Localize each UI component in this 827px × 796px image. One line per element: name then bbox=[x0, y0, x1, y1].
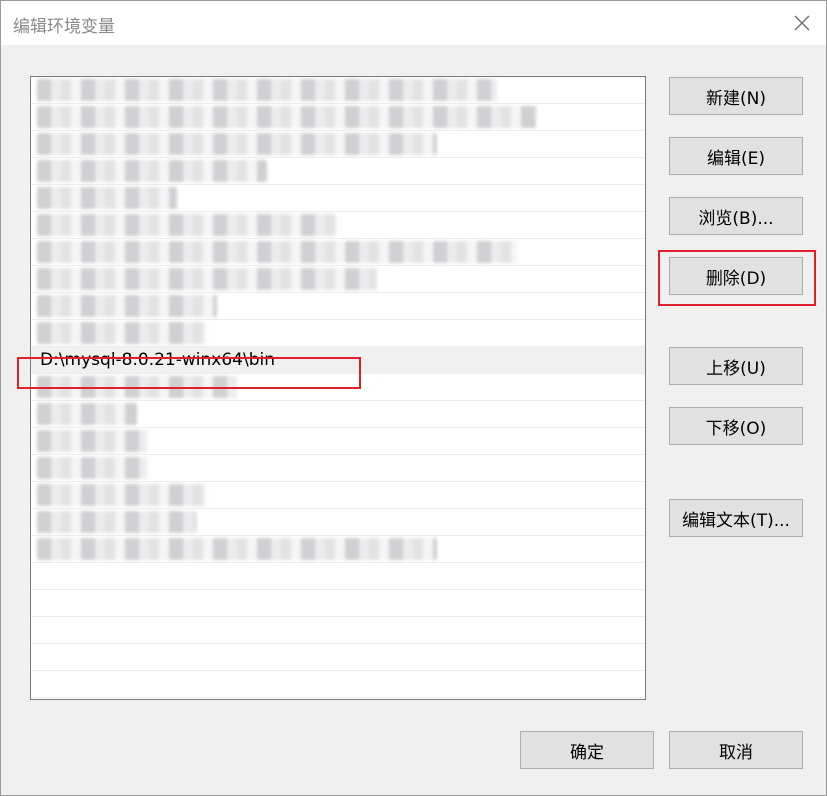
list-item[interactable] bbox=[31, 131, 645, 158]
edit-env-variable-dialog: 编辑环境变量 D:\mysql-8.0.21-winx64\bin 新建(N) … bbox=[0, 0, 827, 796]
close-button[interactable] bbox=[778, 1, 826, 45]
list-item[interactable] bbox=[31, 239, 645, 266]
obscured-path-text bbox=[37, 430, 147, 452]
obscured-path-text bbox=[37, 106, 537, 128]
list-item[interactable] bbox=[31, 482, 645, 509]
obscured-path-text bbox=[37, 322, 207, 344]
list-item[interactable] bbox=[31, 293, 645, 320]
obscured-path-text bbox=[37, 241, 517, 263]
close-icon bbox=[794, 15, 810, 31]
list-item[interactable] bbox=[31, 212, 645, 239]
list-item[interactable] bbox=[31, 644, 645, 671]
move-down-button[interactable]: 下移(O) bbox=[669, 407, 803, 445]
list-item[interactable] bbox=[31, 401, 645, 428]
path-text: D:\mysql-8.0.21-winx64\bin bbox=[40, 350, 275, 370]
list-item[interactable] bbox=[31, 590, 645, 617]
obscured-path-text bbox=[37, 268, 377, 290]
list-item[interactable] bbox=[31, 266, 645, 293]
browse-button[interactable]: 浏览(B)... bbox=[669, 197, 803, 235]
edit-text-button[interactable]: 编辑文本(T)... bbox=[669, 499, 803, 537]
obscured-path-text bbox=[37, 511, 197, 533]
list-item[interactable] bbox=[31, 563, 645, 590]
obscured-path-text bbox=[37, 214, 337, 236]
obscured-path-text bbox=[37, 133, 437, 155]
list-item[interactable] bbox=[31, 428, 645, 455]
path-list[interactable]: D:\mysql-8.0.21-winx64\bin bbox=[30, 76, 646, 700]
list-item[interactable] bbox=[31, 617, 645, 644]
list-item[interactable] bbox=[31, 509, 645, 536]
obscured-path-text bbox=[37, 457, 147, 479]
list-item-selected[interactable]: D:\mysql-8.0.21-winx64\bin bbox=[31, 347, 645, 374]
list-item[interactable] bbox=[31, 320, 645, 347]
obscured-path-text bbox=[37, 187, 177, 209]
list-item[interactable] bbox=[31, 374, 645, 401]
obscured-path-text bbox=[37, 376, 237, 398]
obscured-path-text bbox=[37, 79, 497, 101]
dialog-title: 编辑环境变量 bbox=[13, 17, 115, 37]
list-item[interactable] bbox=[31, 104, 645, 131]
obscured-path-text bbox=[37, 160, 267, 182]
delete-button[interactable]: 删除(D) bbox=[669, 257, 803, 295]
list-item[interactable] bbox=[31, 158, 645, 185]
list-item[interactable] bbox=[31, 671, 645, 698]
new-button[interactable]: 新建(N) bbox=[669, 77, 803, 115]
dialog-content: D:\mysql-8.0.21-winx64\bin 新建(N) 编辑(E) 浏… bbox=[1, 45, 826, 795]
list-item[interactable] bbox=[31, 77, 645, 104]
cancel-button[interactable]: 取消 bbox=[669, 731, 803, 769]
obscured-path-text bbox=[37, 538, 437, 560]
ok-button[interactable]: 确定 bbox=[520, 731, 654, 769]
edit-button[interactable]: 编辑(E) bbox=[669, 137, 803, 175]
obscured-path-text bbox=[37, 484, 207, 506]
list-item[interactable] bbox=[31, 536, 645, 563]
obscured-path-text bbox=[37, 295, 217, 317]
move-up-button[interactable]: 上移(U) bbox=[669, 347, 803, 385]
list-item[interactable] bbox=[31, 185, 645, 212]
title-bar: 编辑环境变量 bbox=[1, 1, 826, 45]
list-item[interactable] bbox=[31, 455, 645, 482]
obscured-path-text bbox=[37, 403, 137, 425]
